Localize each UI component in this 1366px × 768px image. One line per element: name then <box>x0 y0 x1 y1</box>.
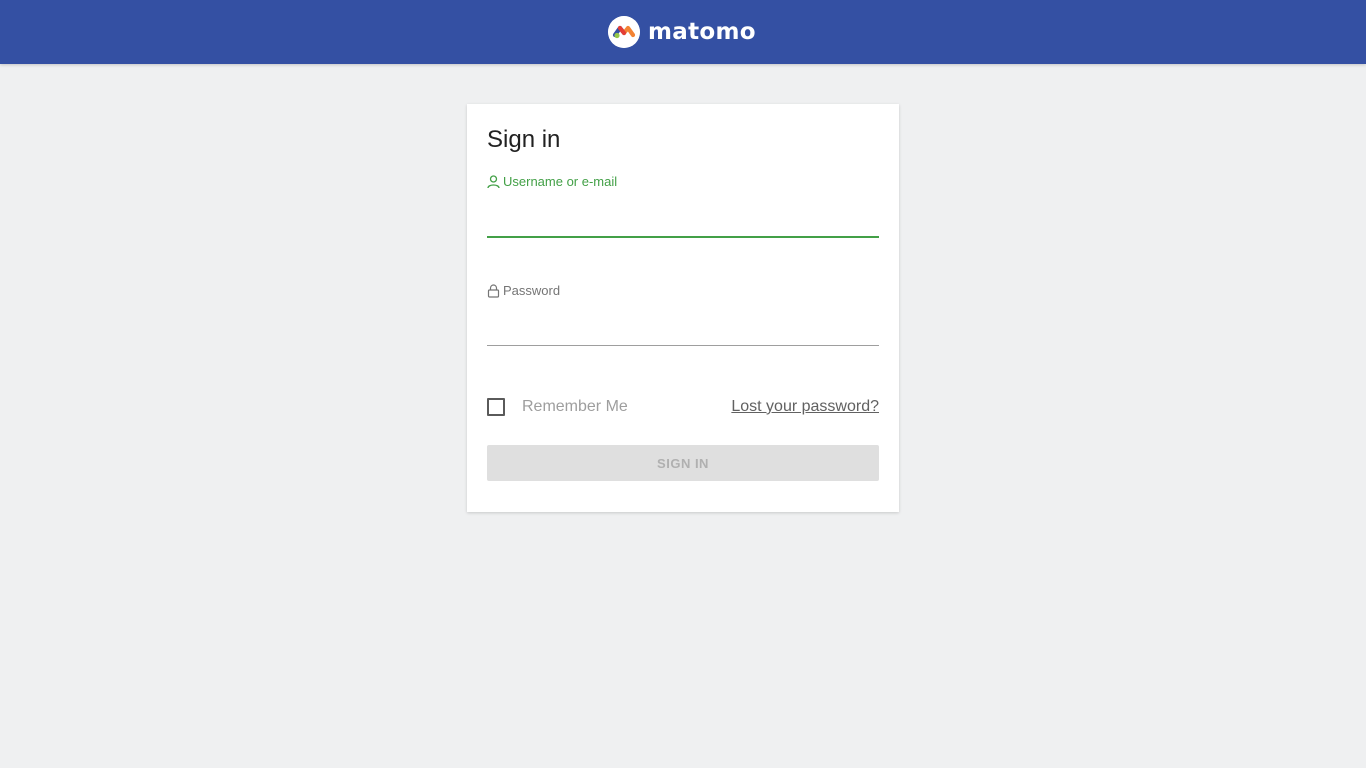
top-header-bar: matomo <box>0 0 1366 64</box>
sign-in-button[interactable]: SIGN IN <box>487 445 879 481</box>
username-label-text: Username or e-mail <box>503 174 618 189</box>
username-label: Username or e-mail <box>487 174 617 190</box>
password-label: Password <box>487 283 560 299</box>
password-label-text: Password <box>503 283 561 298</box>
remember-me-checkbox[interactable] <box>487 398 505 416</box>
lock-icon <box>487 284 500 298</box>
matomo-logo-icon <box>608 16 640 48</box>
lost-password-link[interactable]: Lost your password? <box>731 398 879 416</box>
user-icon <box>487 175 500 189</box>
page-title: Sign in <box>487 126 561 153</box>
remember-me-label: Remember Me <box>522 398 628 415</box>
login-card: Sign in Username or e-mail Password Reme… <box>467 104 899 512</box>
password-input[interactable] <box>487 316 879 346</box>
remember-me-toggle[interactable]: Remember Me <box>487 398 628 416</box>
matomo-logo[interactable]: matomo <box>608 15 756 49</box>
brand-name: matomo <box>648 19 756 45</box>
username-input[interactable] <box>487 207 879 238</box>
